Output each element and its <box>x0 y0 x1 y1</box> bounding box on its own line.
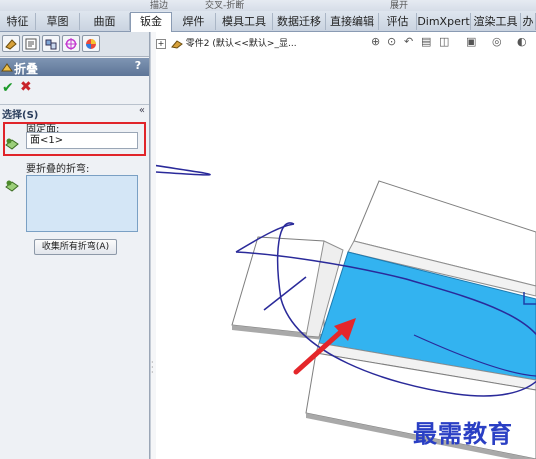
tab-weldments[interactable]: 焊件 <box>172 13 216 30</box>
configuration-manager-tab[interactable] <box>42 35 60 52</box>
tab-dimxpert[interactable]: DimXpert <box>417 13 471 30</box>
ribbon-item-unfold[interactable]: 展开 <box>390 0 408 11</box>
property-manager-panel: 折叠 ? ✔ ✖ 选择(S) « 固定面: 面<1> 要折叠的折弯: 收集所有折… <box>0 32 150 459</box>
cancel-button[interactable]: ✖ <box>20 79 32 95</box>
selections-group-title: 选择(S) <box>2 110 39 121</box>
tab-features[interactable]: 特征 <box>0 13 36 30</box>
ribbon-item-outline[interactable]: 描边 <box>150 0 168 11</box>
property-manager-tab[interactable] <box>22 35 40 52</box>
splitter-grip-icon[interactable]: · · · <box>151 359 155 380</box>
selections-group-header[interactable]: 选择(S) « <box>0 104 149 121</box>
view-orientation-icon[interactable]: ◫ <box>439 35 449 48</box>
annotation-stroke-panel <box>156 164 211 176</box>
part-icon <box>170 39 183 49</box>
flyout-tree-root[interactable]: + 零件2 (默认<<默认>_显... <box>156 36 297 49</box>
watermark: 最需教育 <box>413 419 513 448</box>
collect-all-bends-button[interactable]: 收集所有折弯(A) <box>34 239 117 255</box>
tab-direct-editing[interactable]: 直接编辑 <box>326 13 379 30</box>
highlight-box <box>3 122 146 156</box>
heads-up-view-toolbar: ⊕ ⊙ ↶ ▤ ◫ ▣ ◎ ◐ <box>369 34 536 52</box>
tab-surfaces[interactable]: 曲面 <box>80 13 130 30</box>
bends-icon <box>5 180 19 192</box>
edit-appearance-icon[interactable]: ◐ <box>517 35 527 48</box>
property-icon <box>25 38 37 50</box>
tab-render-tools[interactable]: 渲染工具 <box>471 13 521 30</box>
graphics-viewport[interactable] <box>156 54 536 459</box>
bends-to-fold-label: 要折叠的折弯: <box>26 164 90 175</box>
ribbon-top-strip: 描边 交叉-折断 展开 <box>0 0 536 11</box>
section-view-icon[interactable]: ▤ <box>421 35 431 48</box>
expand-icon[interactable]: + <box>156 38 166 49</box>
tab-mold-tools[interactable]: 模具工具 <box>216 13 273 30</box>
feature-title: 折叠 <box>14 62 39 76</box>
ok-button[interactable]: ✔ <box>2 80 14 96</box>
tab-sketch[interactable]: 草图 <box>36 13 80 30</box>
feature-title-bar: 折叠 ? <box>0 58 149 76</box>
bends-to-fold-list[interactable] <box>26 175 138 232</box>
feature-tree-icon <box>5 39 17 50</box>
collapse-chevron-icon[interactable]: « <box>139 105 145 116</box>
tab-sheet-metal[interactable]: 钣金 <box>130 12 172 32</box>
manager-tabs <box>0 32 149 57</box>
hide-show-icon[interactable]: ◎ <box>492 35 502 48</box>
part-name: 零件2 (默认<<默认>_显... <box>185 39 297 49</box>
previous-view-icon[interactable]: ↶ <box>404 35 413 48</box>
feature-manager-tab[interactable] <box>2 35 20 52</box>
ribbon-item-cross-break[interactable]: 交叉-折断 <box>205 0 244 11</box>
display-manager-tab[interactable] <box>82 35 100 52</box>
command-manager-tabs: 特征 草图 曲面 钣金 焊件 模具工具 数据迁移 直接编辑 评估 DimXper… <box>0 11 536 32</box>
help-button[interactable]: ? <box>131 59 145 74</box>
configuration-icon <box>45 39 57 50</box>
appearance-icon <box>86 39 96 49</box>
tab-office[interactable]: 办 <box>521 13 536 30</box>
zoom-area-icon[interactable]: ⊙ <box>387 35 396 48</box>
fold-feature-icon <box>1 63 13 72</box>
action-buttons: ✔ ✖ <box>0 78 149 98</box>
tab-data-migration[interactable]: 数据迁移 <box>273 13 326 30</box>
dimxpert-manager-tab[interactable] <box>62 35 80 52</box>
tab-evaluate[interactable]: 评估 <box>379 13 417 30</box>
zoom-to-fit-icon[interactable]: ⊕ <box>371 35 380 48</box>
crosshair-icon <box>65 38 77 50</box>
display-style-icon[interactable]: ▣ <box>466 35 476 48</box>
